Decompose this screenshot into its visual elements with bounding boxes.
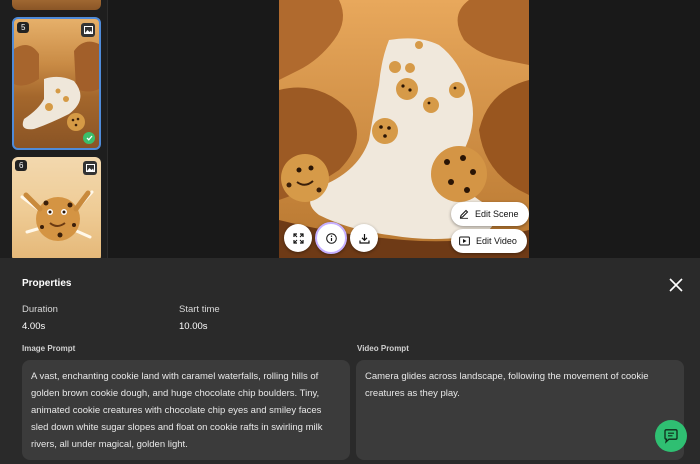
chat-icon: [664, 429, 678, 444]
image-prompt-field[interactable]: A vast, enchanting cookie land with cara…: [22, 360, 350, 460]
scene-number-badge: 5: [17, 22, 30, 33]
app-root: 5 6 Edit Scene Edit Video Properties Dur…: [0, 0, 700, 464]
fullscreen-button[interactable]: [284, 224, 312, 252]
edit-scene-label: Edit Scene: [475, 209, 519, 219]
image-icon: [81, 23, 95, 37]
scene-thumbnail-6[interactable]: 6: [12, 157, 101, 262]
pencil-icon: [459, 209, 469, 219]
duration-label: Duration: [22, 304, 58, 315]
properties-panel: Properties Duration 4.00s Start time 10.…: [0, 258, 700, 464]
edit-scene-button[interactable]: Edit Scene: [451, 202, 529, 226]
scene-5-image: [14, 41, 99, 131]
scene-preview-image: Edit Scene Edit Video: [279, 0, 529, 258]
scene-thumbnail-4[interactable]: [12, 0, 101, 10]
edit-video-label: Edit Video: [476, 236, 517, 246]
image-prompt-label: Image Prompt: [22, 344, 76, 353]
video-prompt-label: Video Prompt: [357, 344, 409, 353]
scene-thumbnail-5[interactable]: 5: [12, 17, 101, 150]
expand-icon: [292, 232, 304, 244]
video-icon: [459, 236, 470, 246]
start-time-label: Start time: [179, 304, 220, 315]
download-button[interactable]: [350, 224, 378, 252]
chat-button[interactable]: [655, 420, 687, 452]
video-prompt-field[interactable]: Camera glides across landscape, followin…: [356, 360, 684, 460]
edit-video-button[interactable]: Edit Video: [451, 229, 527, 253]
check-icon: [83, 132, 95, 144]
download-icon: [358, 233, 370, 244]
scene-list[interactable]: 5 6: [0, 0, 108, 262]
scene-number-badge: 6: [15, 160, 28, 171]
image-icon: [83, 161, 97, 175]
properties-title: Properties: [22, 278, 72, 289]
duration-value: 4.00s: [22, 321, 46, 332]
start-time-value: 10.00s: [179, 321, 208, 332]
info-icon: [325, 232, 337, 244]
close-button[interactable]: [667, 276, 685, 294]
info-button[interactable]: [315, 222, 347, 254]
preview-area: Edit Scene Edit Video: [108, 0, 700, 258]
close-icon: [669, 278, 683, 292]
